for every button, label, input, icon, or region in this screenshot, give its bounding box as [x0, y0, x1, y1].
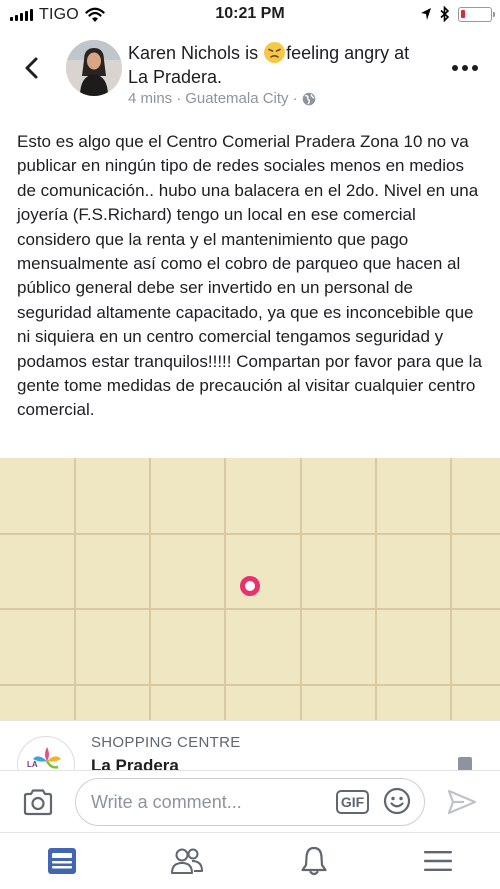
place-logo-text: LA: [27, 760, 38, 769]
back-arrow-icon[interactable]: [18, 54, 46, 82]
globe-icon: [302, 92, 315, 105]
post-location[interactable]: Guatemala City: [185, 90, 288, 107]
place-link[interactable]: La Pradera.: [128, 67, 222, 87]
camera-icon[interactable]: [22, 787, 54, 817]
tab-news-feed[interactable]: [42, 843, 82, 879]
location-arrow-icon: [421, 8, 431, 20]
author-name[interactable]: Karen Nichols: [128, 43, 240, 63]
angry-face-icon: [264, 42, 286, 63]
emoji-icon[interactable]: [383, 787, 411, 815]
status-bar: TIGO 10:21 PM: [0, 0, 500, 30]
place-card[interactable]: LA SHOPPING CENTRE La Pradera: [0, 720, 500, 770]
avatar[interactable]: [66, 40, 122, 96]
comment-input[interactable]: [75, 778, 425, 826]
map-pin-icon: [240, 576, 260, 596]
gif-button[interactable]: GIF: [336, 790, 369, 814]
status-text-feeling: feeling angry at: [286, 43, 410, 63]
bluetooth-icon: [440, 6, 450, 22]
friends-icon: [171, 848, 203, 874]
menu-icon: [424, 851, 452, 871]
more-options-icon[interactable]: [452, 60, 482, 76]
place-category: SHOPPING CENTRE: [91, 734, 241, 751]
send-icon[interactable]: [446, 787, 478, 817]
meta-separator: ·: [176, 90, 182, 107]
tab-menu[interactable]: [418, 843, 458, 879]
battery-icon: [458, 6, 495, 22]
location-map[interactable]: [0, 458, 500, 720]
post-body-text: Esto es algo que el Centro Comerial Prad…: [17, 132, 482, 420]
place-logo: LA: [17, 736, 75, 770]
post-time[interactable]: 4 mins: [128, 90, 172, 107]
place-name[interactable]: La Pradera: [91, 756, 179, 770]
comment-bar: GIF: [0, 770, 500, 832]
bottom-tab-bar: [0, 832, 500, 889]
profile-photo: [66, 40, 122, 96]
battery-level: [461, 9, 465, 18]
post-meta: 4 mins · Guatemala City ·: [128, 90, 316, 107]
tab-friends[interactable]: [167, 843, 207, 879]
tab-notifications[interactable]: [294, 843, 334, 879]
post-headline: Karen Nichols is feeling angry at La Pra…: [128, 41, 438, 89]
status-right: [420, 6, 495, 22]
status-text-is: is: [245, 43, 259, 63]
notifications-bell-icon: [301, 846, 327, 876]
post-header: Karen Nichols is feeling angry at La Pra…: [0, 30, 500, 120]
place-action-icon[interactable]: [458, 757, 472, 770]
meta-separator-2: ·: [292, 90, 298, 107]
news-feed-icon: [48, 848, 76, 874]
